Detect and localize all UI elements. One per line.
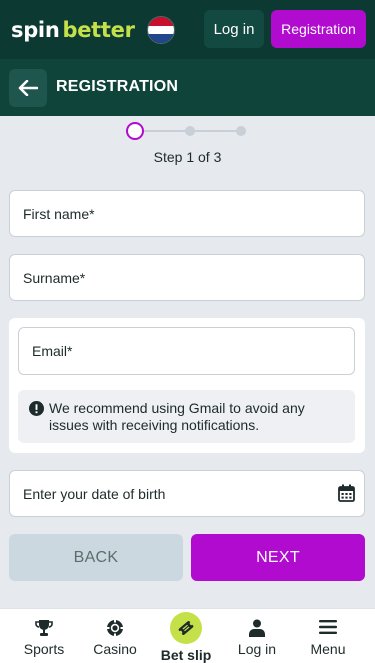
surname-field[interactable]: Surname*	[9, 254, 365, 301]
spinbetter-logo[interactable]: spin better	[11, 16, 135, 42]
calendar-icon[interactable]	[338, 484, 355, 502]
nav-label-sports: Sports	[23, 641, 65, 657]
step-2-indicator	[185, 126, 195, 136]
date-of-birth-field[interactable]: Enter your date of birth	[9, 470, 365, 517]
surname-placeholder: Surname*	[23, 269, 86, 286]
nav-item-login[interactable]: Log in	[222, 609, 292, 663]
registration-stepper	[126, 122, 250, 140]
logo-text-better: better	[62, 18, 135, 42]
logo-text-spin: spin	[11, 18, 60, 42]
first-name-field[interactable]: First name*	[9, 190, 365, 237]
step-counter-text: Step 1 of 3	[153, 149, 222, 165]
arrow-left-icon	[18, 80, 38, 96]
date-of-birth-placeholder: Enter your date of birth	[23, 485, 166, 502]
gmail-notice-text: We recommend using Gmail to avoid any is…	[49, 400, 305, 433]
page-title: REGISTRATION	[56, 78, 179, 95]
trophy-icon	[35, 620, 53, 636]
chip-icon	[106, 619, 124, 637]
nav-item-menu[interactable]: Menu	[293, 609, 363, 663]
top-header: spin better Log in Registration	[0, 0, 375, 59]
bottom-navigation: Sports Casino Bet slip Log in Menu	[0, 608, 375, 663]
bet-slip-badge	[170, 612, 202, 644]
nav-item-bet-slip[interactable]: Bet slip	[151, 609, 221, 663]
header-login-button[interactable]: Log in	[204, 10, 264, 48]
email-field[interactable]: Email*	[18, 327, 355, 375]
email-placeholder: Email*	[32, 343, 73, 359]
stepper-line	[144, 130, 188, 132]
step-1-indicator	[126, 122, 144, 140]
nav-label-login: Log in	[237, 641, 277, 657]
netherlands-flag-icon[interactable]	[147, 16, 175, 44]
nav-label-casino: Casino	[93, 641, 137, 657]
user-icon	[249, 619, 265, 637]
back-arrow-button[interactable]	[9, 69, 47, 107]
step-3-indicator	[236, 126, 246, 136]
gmail-notice: We recommend using Gmail to avoid any is…	[18, 390, 355, 443]
stepper-line	[195, 130, 237, 132]
nav-item-casino[interactable]: Casino	[80, 609, 150, 663]
page-titlebar: REGISTRATION	[0, 59, 375, 116]
nav-item-sports[interactable]: Sports	[9, 609, 79, 663]
header-registration-button[interactable]: Registration	[271, 10, 366, 48]
menu-icon	[319, 620, 337, 634]
email-section: Email* We recommend using Gmail to avoid…	[9, 318, 365, 453]
first-name-placeholder: First name*	[23, 205, 95, 222]
next-button[interactable]: NEXT	[191, 534, 365, 581]
info-icon	[29, 401, 44, 416]
nav-label-bet-slip: Bet slip	[160, 647, 212, 663]
nav-label-menu: Menu	[310, 641, 346, 657]
back-button[interactable]: BACK	[9, 534, 183, 581]
ticket-icon	[178, 621, 194, 635]
